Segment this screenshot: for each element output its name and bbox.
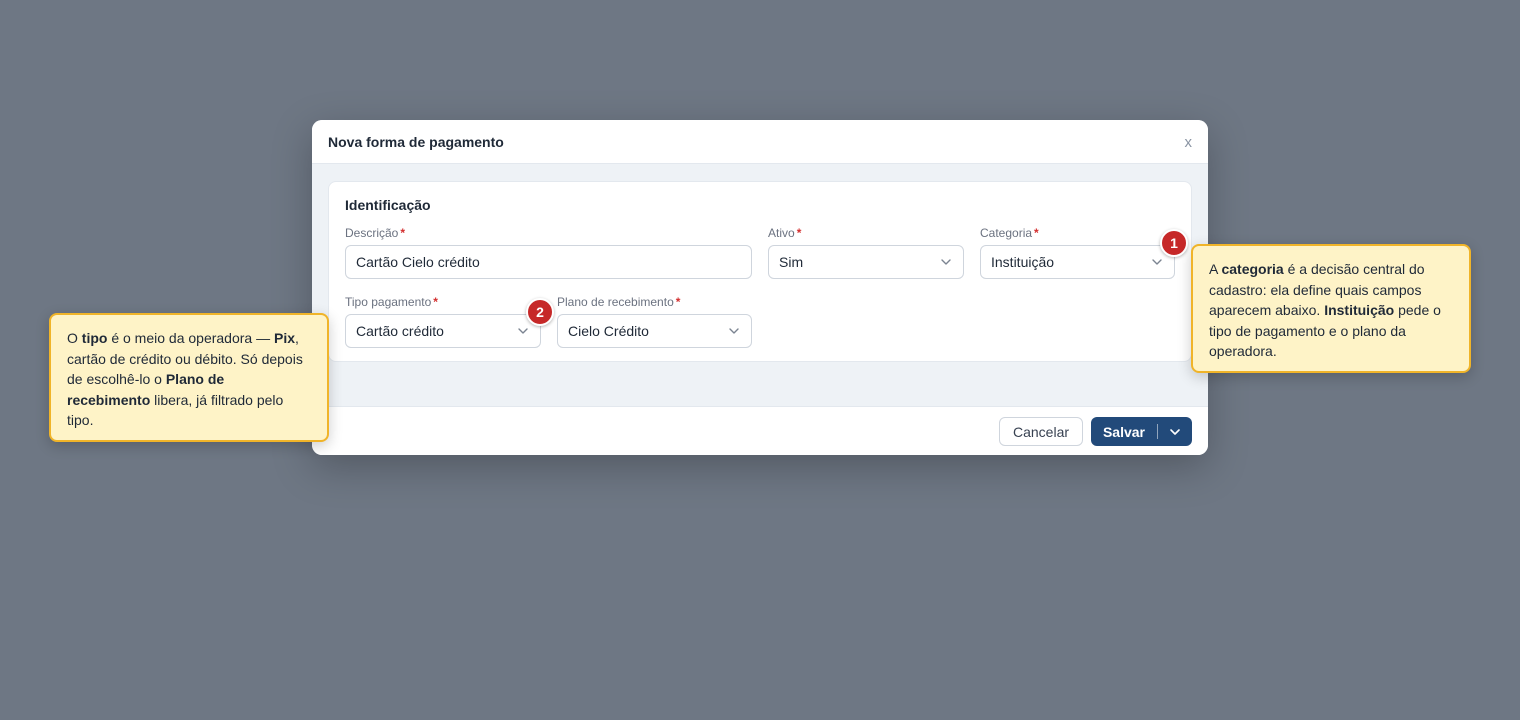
modal-header: Nova forma de pagamento x (312, 120, 1208, 164)
plano-recebimento-field: Plano de recebimento * Cielo Crédito (557, 294, 752, 348)
ativo-field: Ativo * Sim (768, 225, 964, 279)
descricao-input[interactable]: Cartão Cielo crédito (345, 245, 752, 279)
tipo-pagamento-field: Tipo pagamento * Cartão crédito (345, 294, 541, 348)
save-split-button[interactable]: Salvar (1091, 417, 1192, 446)
required-marker: * (675, 295, 681, 309)
plano-recebimento-value: Cielo Crédito (568, 323, 649, 339)
tipo-tooltip: O tipo é o meio da operadora — Pix, cart… (49, 313, 329, 442)
step-badge-1: 1 (1160, 229, 1188, 257)
identification-section: Identificação Descrição * Cartão Cielo cr… (328, 181, 1192, 362)
chevron-down-icon (1170, 428, 1180, 435)
save-options-button[interactable] (1158, 425, 1192, 439)
categoria-label: Categoria * (980, 226, 1039, 240)
plano-recebimento-label: Plano de recebimento * (557, 295, 681, 309)
descricao-value: Cartão Cielo crédito (356, 254, 480, 270)
tipo-pagamento-value: Cartão crédito (356, 323, 444, 339)
payment-method-modal: Nova forma de pagamento x Identificação … (312, 120, 1208, 455)
step-badge-2: 2 (526, 298, 554, 326)
close-button[interactable]: x (1185, 132, 1193, 151)
required-marker: * (433, 295, 438, 309)
required-marker: * (400, 226, 406, 240)
categoria-tooltip: A categoria é a decisão central do cadas… (1191, 244, 1471, 373)
plano-recebimento-select[interactable]: Cielo Crédito (557, 314, 752, 348)
tipo-pagamento-label: Tipo pagamento * (345, 295, 438, 309)
required-marker: * (796, 226, 802, 240)
chevron-down-icon (1152, 259, 1162, 265)
chevron-down-icon (518, 328, 528, 334)
cancel-button[interactable]: Cancelar (999, 417, 1083, 446)
save-button[interactable]: Salvar (1091, 424, 1157, 440)
categoria-value: Instituição (991, 254, 1055, 270)
ativo-value: Sim (779, 254, 804, 270)
modal-footer: Cancelar Salvar (312, 406, 1208, 455)
tipo-pagamento-select[interactable]: Cartão crédito (345, 314, 541, 348)
modal-title: Nova forma de pagamento (328, 133, 504, 150)
chevron-down-icon (941, 259, 951, 265)
chevron-down-icon (729, 328, 739, 334)
categoria-field: Categoria * Instituição (980, 225, 1175, 279)
categoria-select[interactable]: Instituição (980, 245, 1175, 279)
descricao-label: Descrição * (345, 226, 406, 240)
descricao-field: Descrição * Cartão Cielo crédito (345, 225, 752, 279)
ativo-label: Ativo * (768, 226, 802, 240)
ativo-select[interactable]: Sim (768, 245, 964, 279)
section-title: Identificação (345, 197, 431, 213)
required-marker: * (1034, 226, 1039, 240)
